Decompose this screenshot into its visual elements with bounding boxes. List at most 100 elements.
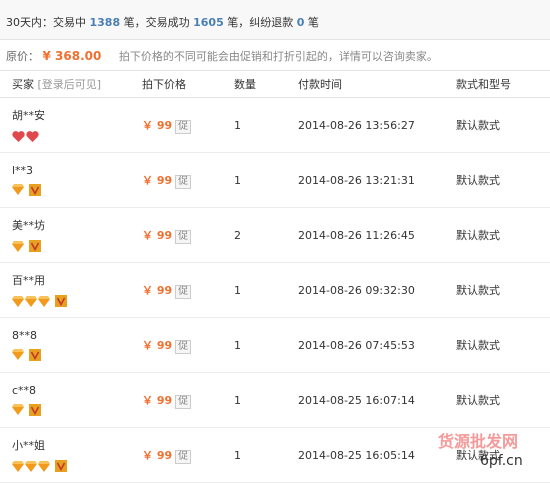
col-qty: 数量 (234, 71, 298, 98)
promo-tag: 促 (175, 119, 192, 134)
time-cell: 2014-08-25 16:05:14 (298, 427, 456, 483)
price-cell: ￥ 99 促 (142, 207, 234, 263)
time-cell: 2014-08-25 16:07:14 (298, 372, 456, 428)
original-price-value: ¥ 368.00 (42, 49, 102, 63)
time-cell: 2014-08-26 09:32:30 (298, 262, 456, 318)
paid-price: ￥ 99 (142, 228, 173, 242)
transaction-table: 买家 [登录后可见] 拍下价格 数量 付款时间 款式和型号 胡**安 ￥ 99 促 1… (0, 71, 550, 483)
paid-price: ￥ 99 (142, 448, 173, 462)
price-cell: ￥ 99 促 (142, 372, 234, 428)
col-time: 付款时间 (298, 71, 456, 98)
verified-badge-icon (55, 460, 67, 472)
verified-badge-icon (29, 403, 41, 416)
buyer-rating (12, 403, 142, 417)
col-style: 款式和型号 (456, 71, 550, 98)
col-buyer: 买家 [登录后可见] (0, 71, 142, 98)
buyer-cell: c**8 (0, 372, 142, 428)
stats-dispute: 0 (296, 16, 305, 29)
trade-stats: 30天内：交易中 1388 笔，交易成功 1605 笔，纠纷退款 0 笔 (0, 0, 550, 40)
login-visible-link[interactable]: [登录后可见] (38, 78, 102, 91)
buyer-cell: l**3 (0, 152, 142, 208)
promo-tag: 促 (175, 339, 192, 354)
watermark-logo: 货源批发网 6pf.cn (438, 432, 523, 469)
paid-price: ￥ 99 (142, 173, 173, 187)
stats-unit-1: 笔，交易成功 (123, 16, 190, 29)
table-row: l**3 ￥ 99 促 1 2014-08-26 13:21:31 默认款式 (0, 152, 550, 208)
col-price: 拍下价格 (142, 71, 234, 98)
promo-tag: 促 (175, 229, 192, 244)
buyer-name: 美**坊 (12, 219, 45, 232)
style-cell: 默认款式 (456, 152, 550, 208)
price-cell: ￥ 99 促 (142, 427, 234, 483)
buyer-name: 百**用 (12, 274, 45, 287)
table-row: 美**坊 ￥ 99 促 2 2014-08-26 11:26:45 默认款式 (0, 207, 550, 263)
buyer-rating (12, 294, 142, 308)
style-cell: 默认款式 (456, 317, 550, 373)
stats-in-trade: 1388 (89, 16, 121, 29)
paid-price: ￥ 99 (142, 283, 173, 297)
verified-badge-icon (29, 240, 41, 252)
diamond-icon (38, 295, 50, 307)
style-cell: 默认款式 (456, 97, 550, 153)
qty-cell: 1 (234, 372, 298, 428)
price-cell: ￥ 99 促 (142, 97, 234, 153)
qty-cell: 2 (234, 207, 298, 263)
paid-price: ￥ 99 (142, 118, 173, 132)
qty-cell: 1 (234, 262, 298, 318)
table-row: c**8 ￥ 99 促 1 2014-08-25 16:07:14 默认款式 (0, 372, 550, 428)
buyer-rating (12, 459, 142, 473)
diamond-icon (12, 404, 24, 415)
heart-icon (26, 130, 39, 142)
heart-icon (12, 130, 25, 142)
table-row: 8**8 ￥ 99 促 1 2014-08-26 07:45:53 默认款式 (0, 317, 550, 373)
buyer-name: 小**姐 (12, 439, 45, 452)
stats-prefix: 30天内：交易中 (6, 16, 86, 29)
paid-price: ￥ 99 (142, 338, 173, 352)
promo-tag: 促 (175, 174, 192, 189)
buyer-cell: 小**姐 (0, 427, 142, 483)
buyer-cell: 百**用 (0, 262, 142, 318)
price-cell: ￥ 99 促 (142, 317, 234, 373)
buyer-name: 8**8 (12, 328, 37, 342)
buyer-name: l**3 (12, 163, 34, 177)
buyer-cell: 8**8 (0, 317, 142, 373)
price-cell: ￥ 99 促 (142, 262, 234, 318)
price-cell: ￥ 99 促 (142, 152, 234, 208)
buyer-cell: 美**坊 (0, 207, 142, 263)
promo-tag: 促 (175, 394, 192, 409)
watermark-text-2: 6pf.cn (480, 453, 523, 469)
diamond-icon (12, 184, 24, 195)
original-price-row: 原价： ¥ 368.00 拍下价格的不同可能会由促销和打折引起的，详情可以咨询卖… (0, 40, 550, 71)
paid-price: ￥ 99 (142, 393, 173, 407)
buyer-name: c**8 (12, 383, 37, 397)
time-cell: 2014-08-26 07:45:53 (298, 317, 456, 373)
diamond-icon (12, 240, 24, 252)
stats-unit-3: 笔 (307, 16, 319, 29)
verified-badge-icon (29, 183, 41, 196)
watermark-text-1: 货源批发网 (438, 432, 518, 451)
buyer-rating (12, 183, 142, 197)
promo-tag: 促 (175, 284, 192, 299)
table-header: 买家 [登录后可见] 拍下价格 数量 付款时间 款式和型号 (0, 71, 550, 98)
diamond-icon (25, 460, 37, 472)
qty-cell: 1 (234, 97, 298, 153)
diamond-icon (12, 295, 24, 307)
price-hint: 拍下价格的不同可能会由促销和打折引起的，详情可以咨询卖家。 (118, 50, 438, 63)
verified-badge-icon (29, 348, 41, 361)
time-cell: 2014-08-26 11:26:45 (298, 207, 456, 263)
buyer-rating (12, 239, 142, 253)
stats-success: 1605 (193, 16, 224, 29)
diamond-icon (25, 295, 37, 307)
qty-cell: 1 (234, 317, 298, 373)
buyer-cell: 胡**安 (0, 97, 142, 153)
buyer-name: 胡**安 (12, 109, 45, 122)
promo-tag: 促 (175, 449, 192, 464)
verified-badge-icon (55, 295, 67, 307)
style-cell: 默认款式 (456, 207, 550, 263)
buyer-rating (12, 129, 142, 143)
table-row: 百**用 ￥ 99 促 1 2014-08-26 09:32:30 默认款式 (0, 262, 550, 318)
qty-cell: 1 (234, 427, 298, 483)
original-price-label: 原价： (6, 50, 39, 63)
table-row: 胡**安 ￥ 99 促 1 2014-08-26 13:56:27 默认款式 (0, 97, 550, 153)
stats-unit-2: 笔，纠纷退款 (227, 16, 294, 29)
